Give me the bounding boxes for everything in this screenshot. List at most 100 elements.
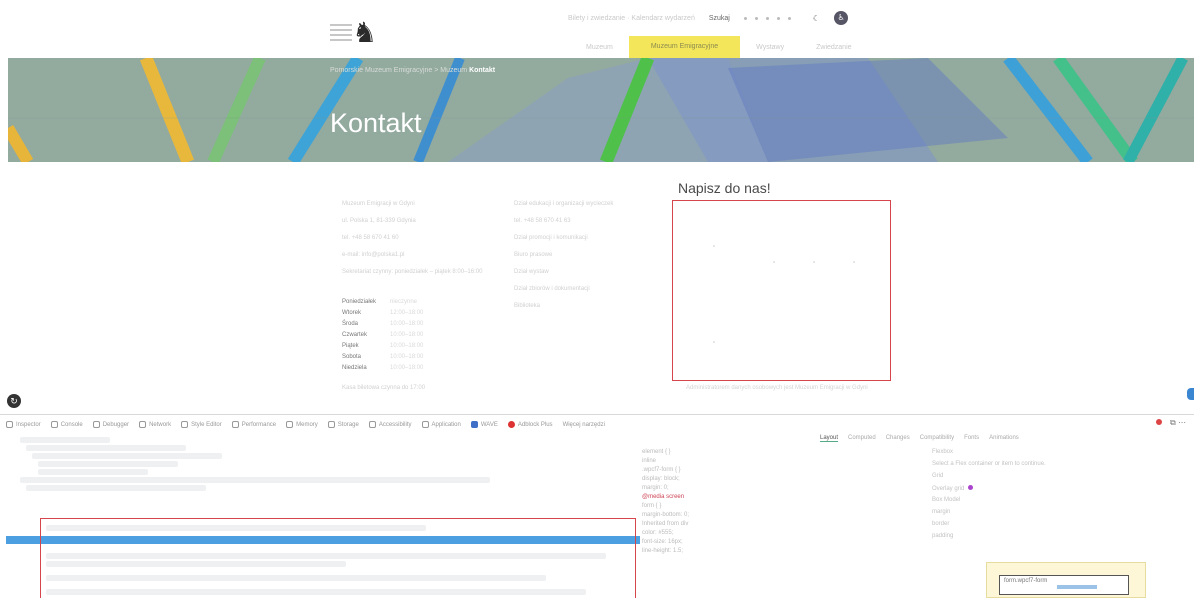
hours-row: Czwartek 10:00–18:00 xyxy=(342,329,423,340)
tab-fonts[interactable]: Fonts xyxy=(964,435,979,442)
box-office-note: Kasa biletowa czynna do 17:00 xyxy=(342,385,426,391)
hours-row: Piątek 10:00–18:00 xyxy=(342,340,423,351)
error-indicator-icon[interactable] xyxy=(1155,419,1162,425)
dom-node[interactable] xyxy=(26,445,186,451)
hours-time: 10:00–18:00 xyxy=(390,331,424,338)
layout-line[interactable]: Grid xyxy=(932,473,1188,485)
moon-icon[interactable]: ☾ xyxy=(813,14,820,23)
layout-line: padding xyxy=(932,533,954,539)
tab-storage[interactable]: Storage xyxy=(327,421,359,429)
tab-application[interactable]: Application xyxy=(421,421,461,429)
tab-performance[interactable]: Performance xyxy=(231,421,276,429)
layout-line: border xyxy=(932,521,950,527)
dom-node[interactable] xyxy=(32,453,222,459)
rule-line[interactable]: margin: 0; xyxy=(642,485,922,494)
top-links[interactable]: Bilety i zwiedzanie · Kalendarz wydarzeń xyxy=(568,15,695,22)
hours-time: 10:00–18:00 xyxy=(390,364,424,371)
contact-form-highlight[interactable] xyxy=(672,200,891,381)
tab-more[interactable]: Więcej narzędzi xyxy=(563,422,605,428)
tab-label: WAVE xyxy=(480,422,498,429)
tab-label: Console xyxy=(60,422,83,429)
tab-network[interactable]: Network xyxy=(139,421,172,429)
contact-line[interactable]: tel. +48 58 670 41 60 xyxy=(342,234,492,242)
accessibility-icon[interactable]: ♿ xyxy=(834,11,849,25)
search-link[interactable]: Szukaj xyxy=(709,15,730,22)
contact-line: ul. Polska 1, 81-339 Gdynia xyxy=(342,218,416,224)
tab-compatibility[interactable]: Compatibility xyxy=(920,435,954,442)
rule-line: @media screen xyxy=(642,494,685,500)
box-model-diagram: form.wpcf7-form xyxy=(986,562,1146,598)
layout-line[interactable]: Overlay grid xyxy=(932,485,1188,497)
accessibility-icon xyxy=(368,421,376,429)
hours-day: Poniedziałek xyxy=(342,298,377,305)
rule-line[interactable]: font-size: 16px; xyxy=(642,539,922,548)
rule-line[interactable]: color: #555; xyxy=(642,530,922,539)
nav-item-wystawy[interactable]: Wystawy xyxy=(740,44,800,51)
more-options-icon[interactable]: ⋯ xyxy=(1178,418,1186,427)
hours-time: 12:00–18:00 xyxy=(390,309,424,316)
social-icons[interactable] xyxy=(743,15,799,22)
tab-label: Accessibility xyxy=(378,422,412,429)
form-title: Napisz do nas! xyxy=(678,180,771,196)
rule-line[interactable]: form { } xyxy=(642,503,922,512)
hours-day: Sobota xyxy=(342,353,362,360)
tab-memory[interactable]: Memory xyxy=(286,421,318,429)
dom-node[interactable] xyxy=(38,461,178,467)
inspector-icon xyxy=(6,421,13,429)
hours-row: Sobota 10:00–18:00 xyxy=(342,351,423,362)
hours-time: 10:00–18:00 xyxy=(390,353,424,360)
memory-icon xyxy=(286,421,294,429)
tab-animations[interactable]: Animations xyxy=(989,435,1019,442)
rule-line[interactable]: line-height: 1.5; xyxy=(642,548,922,557)
tab-changes[interactable]: Changes xyxy=(886,435,910,442)
rule-line: inline xyxy=(642,458,657,464)
layout-line[interactable]: Flexbox xyxy=(932,449,1188,461)
nav-item-zwiedzanie[interactable]: Zwiedzanie xyxy=(800,44,867,51)
site-logo[interactable]: ♞ xyxy=(330,17,390,52)
tab-wave[interactable]: WAVE xyxy=(470,421,498,429)
scroll-up-icon[interactable]: ↻ xyxy=(7,394,21,408)
rule-line[interactable]: display: block; xyxy=(642,476,922,485)
dom-tree[interactable] xyxy=(0,435,640,598)
breadcrumb-path[interactable]: Pomorskie Muzeum Emigracyjne > Muzeum xyxy=(330,67,469,74)
top-utility-bar: Bilety i zwiedzanie · Kalendarz wydarzeń… xyxy=(568,10,849,26)
tab-label: Network xyxy=(149,422,172,429)
layout-line[interactable]: Box Model xyxy=(932,497,1188,509)
department-line: Dział edukacji i organizacji wycieczek xyxy=(514,201,614,207)
tab-adblock[interactable]: Adblock Plus xyxy=(507,421,553,429)
tab-computed[interactable]: Computed xyxy=(848,435,876,442)
breadcrumb: Pomorskie Muzeum Emigracyjne > Muzeum Ko… xyxy=(330,67,495,74)
tab-console[interactable]: Console xyxy=(50,421,83,429)
hours-row: Niedziela 10:00–18:00 xyxy=(342,362,423,373)
tab-label: Application xyxy=(431,422,461,429)
box-model-bar xyxy=(1057,585,1097,589)
dock-icon[interactable]: ⧉ xyxy=(1170,418,1176,427)
nav-item-muzeum[interactable]: Muzeum xyxy=(570,44,629,51)
contact-line[interactable]: e-mail: info@polska1.pl xyxy=(342,251,492,259)
nav-item-muzeum-emigracyjne[interactable]: Muzeum Emigracyjne xyxy=(628,36,741,58)
dom-node[interactable] xyxy=(20,477,490,483)
tab-label: Inspector xyxy=(16,422,41,429)
tab-inspector[interactable]: Inspector xyxy=(6,421,41,429)
tab-style-editor[interactable]: Style Editor xyxy=(181,421,222,429)
rule-line[interactable]: .wpcf7-form { } xyxy=(642,467,922,476)
tab-layout[interactable]: Layout xyxy=(820,435,839,442)
hours-day: Wtorek xyxy=(342,309,362,316)
contact-column-1: Muzeum Emigracji w Gdyni ul. Polska 1, 8… xyxy=(342,200,492,285)
dom-node[interactable] xyxy=(26,485,206,491)
department-line[interactable]: tel. +48 58 670 41 63 xyxy=(514,217,654,225)
overlay-grid-label: Overlay grid xyxy=(932,486,965,492)
layout-line: Select a Flex container or item to conti… xyxy=(932,461,1046,467)
dom-node[interactable] xyxy=(38,469,148,475)
side-tab[interactable] xyxy=(1187,388,1194,400)
rule-line[interactable]: margin-bottom: 0; xyxy=(642,512,922,521)
tab-debugger[interactable]: Debugger xyxy=(92,421,129,429)
form-field-marker xyxy=(713,245,715,247)
rule-line[interactable]: element { } xyxy=(642,449,922,458)
form-field-marker xyxy=(813,261,815,263)
grid-color-swatch[interactable] xyxy=(968,485,974,490)
storage-icon xyxy=(327,421,335,429)
dom-node[interactable] xyxy=(20,437,110,443)
hours-time: 10:00–18:00 xyxy=(390,342,424,349)
tab-accessibility[interactable]: Accessibility xyxy=(368,421,412,429)
